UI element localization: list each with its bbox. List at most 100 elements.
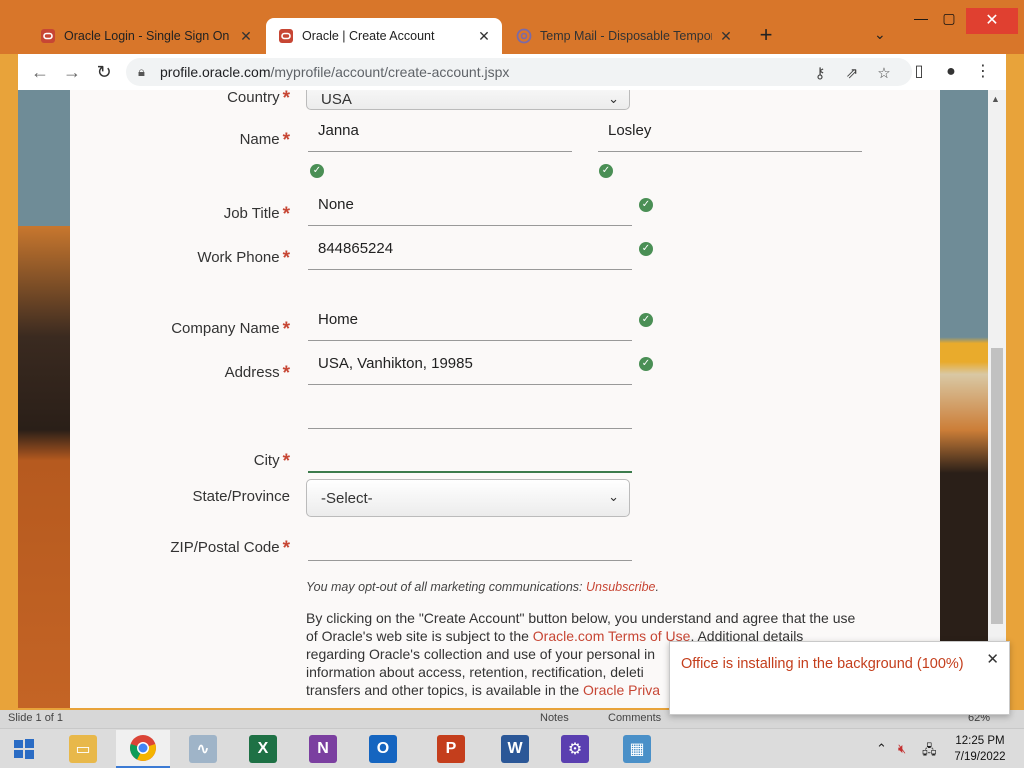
menu-icon[interactable]: ⋮: [972, 60, 994, 84]
sidepanel-icon[interactable]: ▯: [908, 60, 930, 84]
terms-of-use-link[interactable]: Oracle.com Terms of Use: [533, 628, 691, 644]
clock-date: 7/19/2022: [954, 751, 1006, 763]
address-label: Address *: [224, 363, 290, 384]
folder-icon: ▭: [69, 735, 97, 763]
tab-strip: Oracle Login - Single Sign On ✕ Oracle |…: [0, 0, 1024, 54]
address-bar[interactable]: 🔒︎ profile.oracle.com/myprofile/account/…: [126, 58, 912, 86]
oracle-icon: [41, 29, 55, 43]
city-label: City *: [253, 451, 290, 472]
check-icon: ✓: [639, 242, 653, 256]
chevron-down-icon: ⌄: [608, 91, 619, 106]
browser-toolbar: ← → ↻ 🔒︎ profile.oracle.com/myprofile/ac…: [18, 54, 1006, 90]
job-title-input[interactable]: None: [308, 186, 632, 226]
clock-time: 12:25 PM: [955, 735, 1005, 747]
outlook-icon: O: [369, 735, 397, 763]
office-install-toast: Office is installing in the background (…: [669, 641, 1010, 715]
tab-temp-mail[interactable]: Temp Mail - Disposable Tempora ✕: [504, 18, 744, 54]
profile-icon[interactable]: ●: [940, 60, 962, 84]
background-art-left: [18, 90, 70, 708]
page-viewport: Country * USA ⌄ Name * Janna Losley ✓ ✓ Jo…: [18, 90, 988, 708]
background-art-right: [940, 90, 988, 708]
tab-title: Temp Mail - Disposable Tempora: [540, 29, 712, 43]
taskbar-task-manager[interactable]: ∿: [176, 730, 230, 768]
start-button[interactable]: [0, 730, 48, 768]
taskbar-chrome[interactable]: [116, 730, 170, 768]
country-select[interactable]: USA ⌄: [306, 90, 630, 110]
tab-title: Oracle Login - Single Sign On: [64, 29, 230, 43]
slide-counter: Slide 1 of 1: [8, 712, 64, 724]
minimize-button[interactable]: —: [906, 10, 936, 26]
reload-button[interactable]: ↻: [92, 60, 116, 84]
lock-icon: 🔒︎: [138, 64, 145, 79]
notes-button[interactable]: Notes: [540, 712, 569, 724]
close-icon[interactable]: ✕: [476, 28, 492, 45]
last-name-input[interactable]: Losley: [598, 112, 862, 152]
oracle-icon: [279, 29, 293, 43]
close-icon[interactable]: ✕: [718, 28, 734, 45]
address-input[interactable]: USA, Vanhikton, 19985: [308, 345, 632, 385]
url-path: /myprofile/account/create-account.jspx: [270, 64, 510, 80]
work-phone-label: Work Phone *: [197, 248, 290, 269]
tab-title: Oracle | Create Account: [302, 29, 435, 43]
city-input[interactable]: [308, 433, 632, 473]
chrome-icon: [130, 735, 156, 761]
page-scrollbar[interactable]: ▲: [988, 90, 1006, 710]
unsubscribe-link[interactable]: Unsubscribe: [586, 580, 655, 594]
zip-input[interactable]: [308, 521, 632, 561]
toast-message: Office is installing in the background (…: [681, 656, 964, 672]
country-label: Country *: [227, 90, 290, 109]
optout-text: You may opt-out of all marketing communi…: [306, 580, 659, 594]
onenote-icon: N: [309, 735, 337, 763]
windows-icon: [14, 739, 34, 759]
url-host: profile.oracle.com: [160, 64, 271, 80]
chevron-down-icon: ⌄: [608, 489, 619, 504]
work-phone-input[interactable]: 844865224: [308, 230, 632, 270]
system-clock[interactable]: 12:25 PM 7/19/2022: [948, 733, 1012, 765]
chevron-down-icon[interactable]: ⌄: [874, 26, 886, 43]
network-icon[interactable]: 🖧︎: [922, 741, 937, 763]
name-label: Name *: [239, 130, 290, 151]
first-name-input[interactable]: Janna: [308, 112, 572, 152]
company-name-input[interactable]: Home: [308, 301, 632, 341]
comments-button[interactable]: Comments: [608, 712, 661, 724]
check-icon: ✓: [599, 164, 613, 178]
key-icon[interactable]: ⚷: [810, 64, 830, 84]
taskbar-outlook[interactable]: O: [356, 730, 410, 768]
state-label: State/Province: [192, 488, 290, 505]
window-close-button[interactable]: ✕: [966, 8, 1018, 34]
create-account-form: Country * USA ⌄ Name * Janna Losley ✓ ✓ Jo…: [70, 90, 940, 708]
taskbar-file-explorer[interactable]: ▭: [56, 730, 110, 768]
taskbar-control-panel[interactable]: ▦: [610, 730, 664, 768]
taskbar-word[interactable]: W: [488, 730, 542, 768]
close-icon[interactable]: ✕: [238, 28, 254, 45]
task-manager-icon: ∿: [189, 735, 217, 763]
state-select[interactable]: -Select- ⌄: [306, 479, 630, 517]
scroll-up-icon[interactable]: ▲: [991, 94, 1000, 104]
forward-button[interactable]: →: [60, 60, 84, 84]
taskbar-settings[interactable]: ⚙: [548, 730, 602, 768]
job-title-label: Job Title *: [223, 204, 290, 225]
taskbar-excel[interactable]: X: [236, 730, 290, 768]
new-tab-button[interactable]: +: [754, 24, 778, 48]
close-icon[interactable]: ✕: [986, 650, 999, 668]
share-icon[interactable]: ⇗: [842, 64, 862, 84]
volume-muted-icon[interactable]: 🔇︎: [898, 741, 906, 757]
privacy-policy-link[interactable]: Oracle Priva: [583, 682, 660, 698]
chevron-up-icon[interactable]: ⌃: [876, 741, 887, 757]
company-name-label: Company Name *: [171, 319, 290, 340]
tab-create-account[interactable]: Oracle | Create Account ✕: [266, 18, 502, 54]
taskbar-powerpoint[interactable]: P: [424, 730, 478, 768]
address-line2-input[interactable]: [308, 389, 632, 429]
back-button[interactable]: ←: [28, 60, 52, 84]
gear-icon: ⚙: [561, 735, 589, 763]
check-icon: ✓: [639, 313, 653, 327]
control-panel-icon: ▦: [623, 735, 651, 763]
taskbar-onenote[interactable]: N: [296, 730, 350, 768]
check-icon: ✓: [310, 164, 324, 178]
scrollbar-thumb[interactable]: [991, 348, 1003, 624]
tempmail-icon: [516, 28, 532, 44]
maximize-button[interactable]: ▢: [934, 10, 964, 27]
tab-oracle-login[interactable]: Oracle Login - Single Sign On ✕: [28, 18, 264, 54]
taskbar: ▭ ∿ X N O P W ⚙ ▦ ⌃ 🔇︎ 🖧︎ 12:25 PM 7/19/…: [0, 728, 1024, 768]
star-icon[interactable]: ☆: [874, 64, 894, 84]
